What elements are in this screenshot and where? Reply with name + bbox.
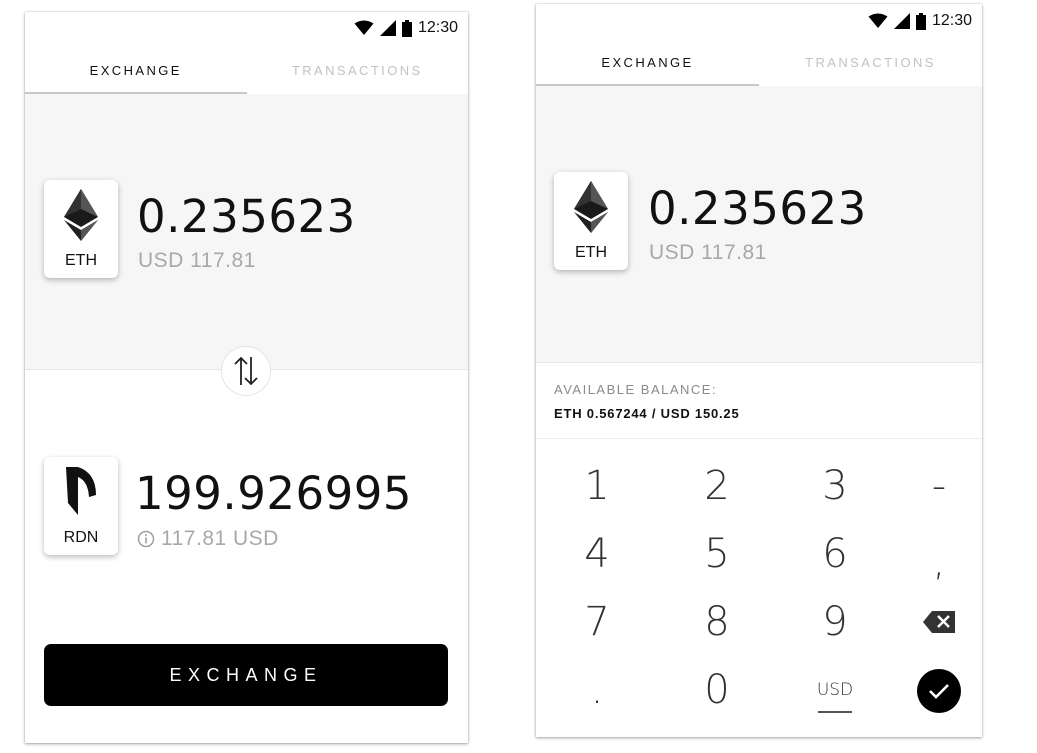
to-amount: 199.926995 — [135, 467, 412, 520]
token-ticker: ETH — [575, 244, 607, 261]
key-comma[interactable]: , — [894, 532, 982, 592]
signal-icon — [379, 20, 396, 36]
key-1[interactable]: 1 — [552, 456, 642, 516]
tab-exchange[interactable]: EXCHANGE — [536, 38, 759, 86]
currency-toggle-label: USD — [816, 680, 854, 700]
tab-bar: EXCHANGE TRANSACTIONS — [25, 46, 468, 94]
from-fiat-value: USD 117.81 — [138, 249, 256, 272]
key-2[interactable]: 2 — [672, 456, 762, 516]
confirm-button[interactable] — [917, 669, 961, 713]
status-time: 12:30 — [931, 12, 972, 29]
from-token-ticker: ETH — [65, 252, 97, 269]
to-fiat-value: 117.81 USD — [161, 527, 279, 550]
key-8[interactable]: 8 — [672, 592, 762, 652]
available-balance-label: AVAILABLE BALANCE: — [554, 382, 718, 397]
tab-exchange[interactable]: EXCHANGE — [25, 46, 247, 94]
key-3[interactable]: 3 — [790, 456, 880, 516]
key-7[interactable]: 7 — [552, 592, 642, 652]
entry-fiat-value: USD 117.81 — [649, 241, 767, 264]
key-0[interactable]: 0 — [672, 660, 762, 720]
tab-bar: EXCHANGE TRANSACTIONS — [536, 38, 982, 86]
currency-toggle-usd[interactable]: USD — [790, 660, 880, 720]
status-bar: 12:30 — [25, 12, 468, 46]
status-bar: 12:30 — [536, 4, 982, 38]
exchange-screen: 12:30 EXCHANGE TRANSACTIONS ETH 0.235623… — [25, 12, 468, 743]
info-icon[interactable] — [137, 530, 155, 548]
amount-entry-screen: 12:30 EXCHANGE TRANSACTIONS ETH 0.235623… — [536, 4, 982, 737]
exchange-button[interactable]: EXCHANGE — [44, 644, 448, 706]
key-5[interactable]: 5 — [672, 524, 762, 584]
token-card[interactable]: ETH — [554, 172, 628, 270]
battery-icon — [401, 19, 412, 37]
battery-icon — [915, 12, 926, 30]
key-6[interactable]: 6 — [790, 524, 880, 584]
swap-arrows-icon — [234, 356, 258, 386]
entry-amount[interactable]: 0.235623 — [648, 182, 867, 235]
currency-toggle-underline — [818, 711, 852, 713]
backspace-button[interactable] — [894, 592, 982, 652]
ethereum-logo-icon — [574, 181, 608, 233]
to-token-ticker: RDN — [63, 529, 99, 546]
tab-transactions[interactable]: TRANSACTIONS — [247, 46, 469, 94]
swap-button[interactable] — [221, 346, 271, 396]
key-4[interactable]: 4 — [552, 524, 642, 584]
available-balance-value: ETH 0.567244 / USD 150.25 — [554, 406, 740, 421]
wifi-icon — [868, 13, 888, 28]
to-token-card[interactable]: RDN — [44, 457, 118, 555]
wifi-icon — [354, 20, 374, 35]
key-decimal[interactable]: . — [552, 660, 642, 720]
key-9[interactable]: 9 — [790, 592, 880, 652]
numeric-keypad: 1 2 3 - 4 5 6 , 7 8 9 . 0 USD — [536, 442, 982, 737]
panel-divider — [536, 362, 982, 363]
status-time: 12:30 — [417, 19, 458, 36]
key-minus[interactable]: - — [894, 456, 982, 516]
checkmark-icon — [929, 684, 949, 699]
tab-transactions[interactable]: TRANSACTIONS — [759, 38, 982, 86]
keypad-divider — [536, 438, 982, 439]
backspace-icon — [923, 611, 955, 633]
ethereum-logo-icon — [64, 189, 98, 241]
from-token-card[interactable]: ETH — [44, 180, 118, 278]
signal-icon — [893, 13, 910, 29]
to-fiat-row: 117.81 USD — [137, 527, 279, 551]
raiden-logo-icon — [66, 467, 96, 515]
from-amount[interactable]: 0.235623 — [137, 190, 356, 243]
